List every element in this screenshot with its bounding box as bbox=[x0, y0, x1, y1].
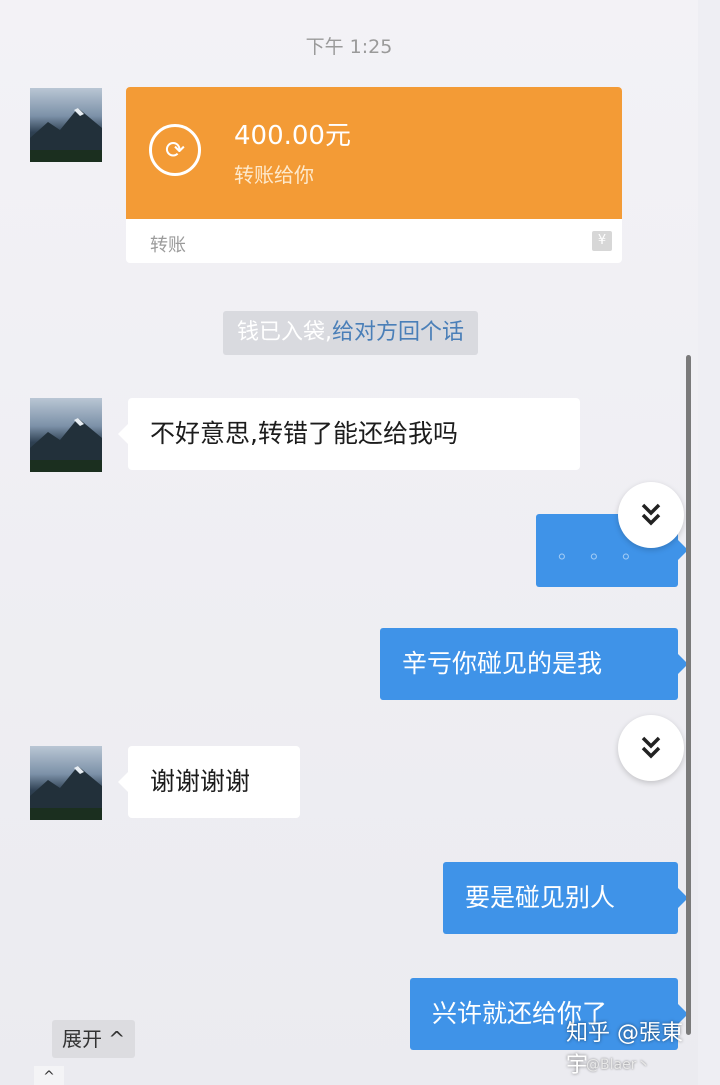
timestamp: 下午 1:25 bbox=[305, 36, 393, 58]
system-notice: 钱已入袋,给对方回个话 bbox=[223, 311, 479, 355]
message-bubble[interactable]: 谢谢谢谢 bbox=[118, 746, 300, 818]
chevron-double-down-icon bbox=[641, 503, 661, 526]
expand-button[interactable]: 展开 ^ bbox=[52, 1020, 136, 1058]
sender-avatar[interactable] bbox=[30, 746, 102, 820]
scroll-to-new-button[interactable] bbox=[618, 482, 684, 548]
sender-avatar[interactable] bbox=[30, 88, 102, 162]
transfer-amount: 400.00元 bbox=[234, 121, 351, 151]
chat-window: 下午 1:25 ⟳ 400.00元 转账给你 转账 ¥ 钱已入袋,给对方回个话 … bbox=[0, 0, 698, 1085]
transfer-card[interactable]: ⟳ 400.00元 转账给你 转账 ¥ bbox=[126, 87, 622, 263]
notice-text: 钱已入袋, bbox=[237, 320, 332, 345]
transfer-coin-icon: ⟳ bbox=[149, 124, 201, 176]
chevron-double-down-icon bbox=[641, 736, 661, 759]
message-bubble[interactable]: 不好意思,转错了能还给我吗 bbox=[118, 398, 580, 470]
scroll-to-new-button[interactable] bbox=[618, 715, 684, 781]
scrollbar[interactable] bbox=[686, 355, 691, 1035]
transfer-description: 转账给你 bbox=[234, 163, 314, 187]
transfer-footer-label: 转账 bbox=[150, 235, 186, 256]
message-bubble[interactable]: 要是碰见别人 bbox=[443, 862, 688, 934]
chevron-up-icon[interactable]: ^ bbox=[34, 1066, 64, 1085]
reply-link[interactable]: 给对方回个话 bbox=[332, 320, 464, 345]
message-bubble[interactable]: 辛亏你碰见的是我 bbox=[380, 628, 688, 700]
transfer-app-icon: ¥ bbox=[592, 231, 612, 251]
sender-avatar[interactable] bbox=[30, 398, 102, 472]
watermark-weibo: @Blaer丶 bbox=[586, 1057, 651, 1073]
